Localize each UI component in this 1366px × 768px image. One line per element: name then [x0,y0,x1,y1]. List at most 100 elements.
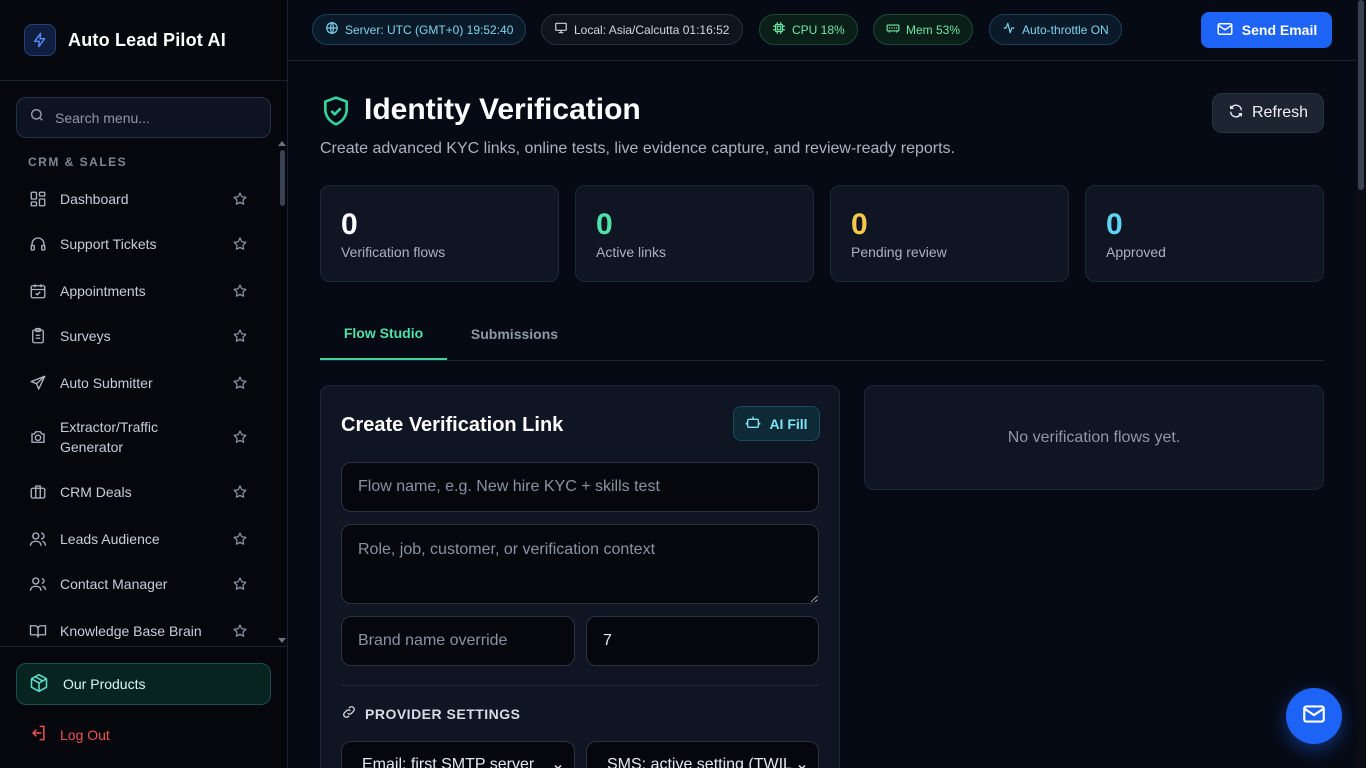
headset-icon [28,234,48,254]
stat-value: 0 [851,208,868,241]
link-icon [341,704,357,723]
stat-active-links: 0 Active links [575,185,814,282]
activity-icon [1002,21,1016,38]
sidebar-item-appointments[interactable]: Appointments [16,280,266,302]
sidebar-item-leads-audience[interactable]: Leads Audience [16,528,266,550]
search-icon [29,107,45,128]
star-icon[interactable] [232,191,248,207]
sidebar-item-label: Leads Audience [60,531,160,547]
refresh-button[interactable]: Refresh [1212,93,1324,133]
days-input[interactable] [586,616,819,666]
tab-flow-studio[interactable]: Flow Studio [320,308,447,360]
sidebar-item-contact-manager[interactable]: Contact Manager [16,573,266,595]
topbar: Server: UTC (GMT+0) 19:52:40 Local: Asia… [288,0,1356,61]
star-icon[interactable] [232,576,248,592]
sidebar-scrollbar[interactable] [280,150,285,206]
send-icon [28,373,48,393]
briefcase-icon [28,482,48,502]
tab-submissions[interactable]: Submissions [447,308,582,360]
sidebar-item-support-tickets[interactable]: Support Tickets [16,233,266,255]
sidebar-item-label: Contact Manager [60,576,168,592]
calendar-check-icon [28,281,48,301]
memory-text: Mem 53% [906,22,961,37]
memory-icon [886,21,900,38]
stat-pending-review: 0 Pending review [830,185,1069,282]
monitor-icon [554,21,568,38]
refresh-label: Refresh [1251,104,1309,121]
flow-name-input[interactable] [341,462,819,512]
provider-settings-label: PROVIDER SETTINGS [365,705,521,722]
stat-verification-flows: 0 Verification flows [320,185,559,282]
page-scrollbar-thumb[interactable] [1358,0,1364,190]
stat-value: 0 [596,208,613,241]
card-title: Create Verification Link [341,414,564,436]
ai-fill-button[interactable]: AI Fill [733,406,820,441]
star-icon[interactable] [232,328,248,344]
chevron-down-icon [552,760,564,768]
sidebar-item-auto-submitter[interactable]: Auto Submitter [16,372,266,394]
sidebar-nav: Dashboard Support Tickets Appointments S… [16,176,274,646]
refresh-icon [1228,103,1244,124]
cpu-chip: CPU 18% [759,14,858,45]
stat-value: 0 [1106,208,1123,241]
logout-button[interactable]: Log Out [28,723,110,746]
stat-label: Active links [596,244,667,260]
memory-chip: Mem 53% [873,14,973,45]
our-products-button[interactable]: Our Products [16,663,271,705]
star-icon[interactable] [232,236,248,252]
book-icon [28,621,48,641]
local-time-text: Local: Asia/Calcutta 01:16:52 [574,22,730,37]
send-email-button[interactable]: Send Email [1201,12,1332,48]
star-icon[interactable] [232,531,248,547]
sidebar-footer: Our Products Log Out [0,646,287,768]
sidebar: Auto Lead Pilot AI CRM & SALES Dashboard… [0,0,288,768]
search-input[interactable] [55,109,255,126]
clipboard-icon [28,326,48,346]
sidebar-scroll-up[interactable] [278,141,286,146]
verification-flows-panel: No verification flows yet. [864,385,1324,490]
sidebar-item-extractor[interactable]: Extractor/Traffic Generator [16,417,266,457]
star-icon[interactable] [232,283,248,299]
tabs: Flow Studio Submissions [320,308,1324,361]
context-textarea[interactable] [341,524,819,604]
page-subtitle: Create advanced KYC links, online tests,… [320,140,955,157]
sidebar-item-label: Dashboard [60,191,129,207]
divider [341,685,819,686]
sidebar-item-label: Extractor/Traffic Generator [60,419,159,455]
floating-mail-button[interactable] [1286,688,1342,744]
star-icon[interactable] [232,623,248,639]
ai-fill-label: AI Fill [769,415,808,432]
logout-label: Log Out [60,726,110,743]
brand-name-input[interactable] [341,616,575,666]
globe-icon [325,21,339,38]
sms-provider-select[interactable]: SMS: active setting (TWIL [586,741,819,768]
box-icon [29,673,49,696]
sidebar-item-knowledge-base[interactable]: Knowledge Base Brain [16,620,266,642]
sidebar-item-dashboard[interactable]: Dashboard [16,188,266,210]
brand: Auto Lead Pilot AI [0,0,287,81]
sidebar-scroll-down[interactable] [278,638,286,643]
create-verification-card: Create Verification Link AI Fill PROVIDE… [320,385,840,768]
logout-icon [28,723,48,746]
mail-icon [1216,20,1234,41]
grid-icon [28,189,48,209]
auto-throttle-chip: Auto-throttle ON [989,14,1122,45]
users-icon [28,529,48,549]
stat-value: 0 [341,208,358,241]
our-products-label: Our Products [63,676,146,692]
camera-icon [28,427,48,447]
sidebar-item-surveys[interactable]: Surveys [16,325,266,347]
app-title: Auto Lead Pilot AI [68,29,226,50]
star-icon[interactable] [232,375,248,391]
stat-label: Approved [1106,244,1166,260]
robot-icon [745,414,761,433]
sidebar-item-label: Support Tickets [60,236,157,252]
sidebar-item-label: Appointments [60,283,146,299]
sidebar-item-crm-deals[interactable]: CRM Deals [16,481,266,503]
sidebar-search[interactable] [16,97,271,138]
lightning-icon [24,24,56,56]
star-icon[interactable] [232,429,248,445]
email-provider-select[interactable]: Email: first SMTP server [341,741,575,768]
star-icon[interactable] [232,484,248,500]
stat-label: Pending review [851,244,947,260]
